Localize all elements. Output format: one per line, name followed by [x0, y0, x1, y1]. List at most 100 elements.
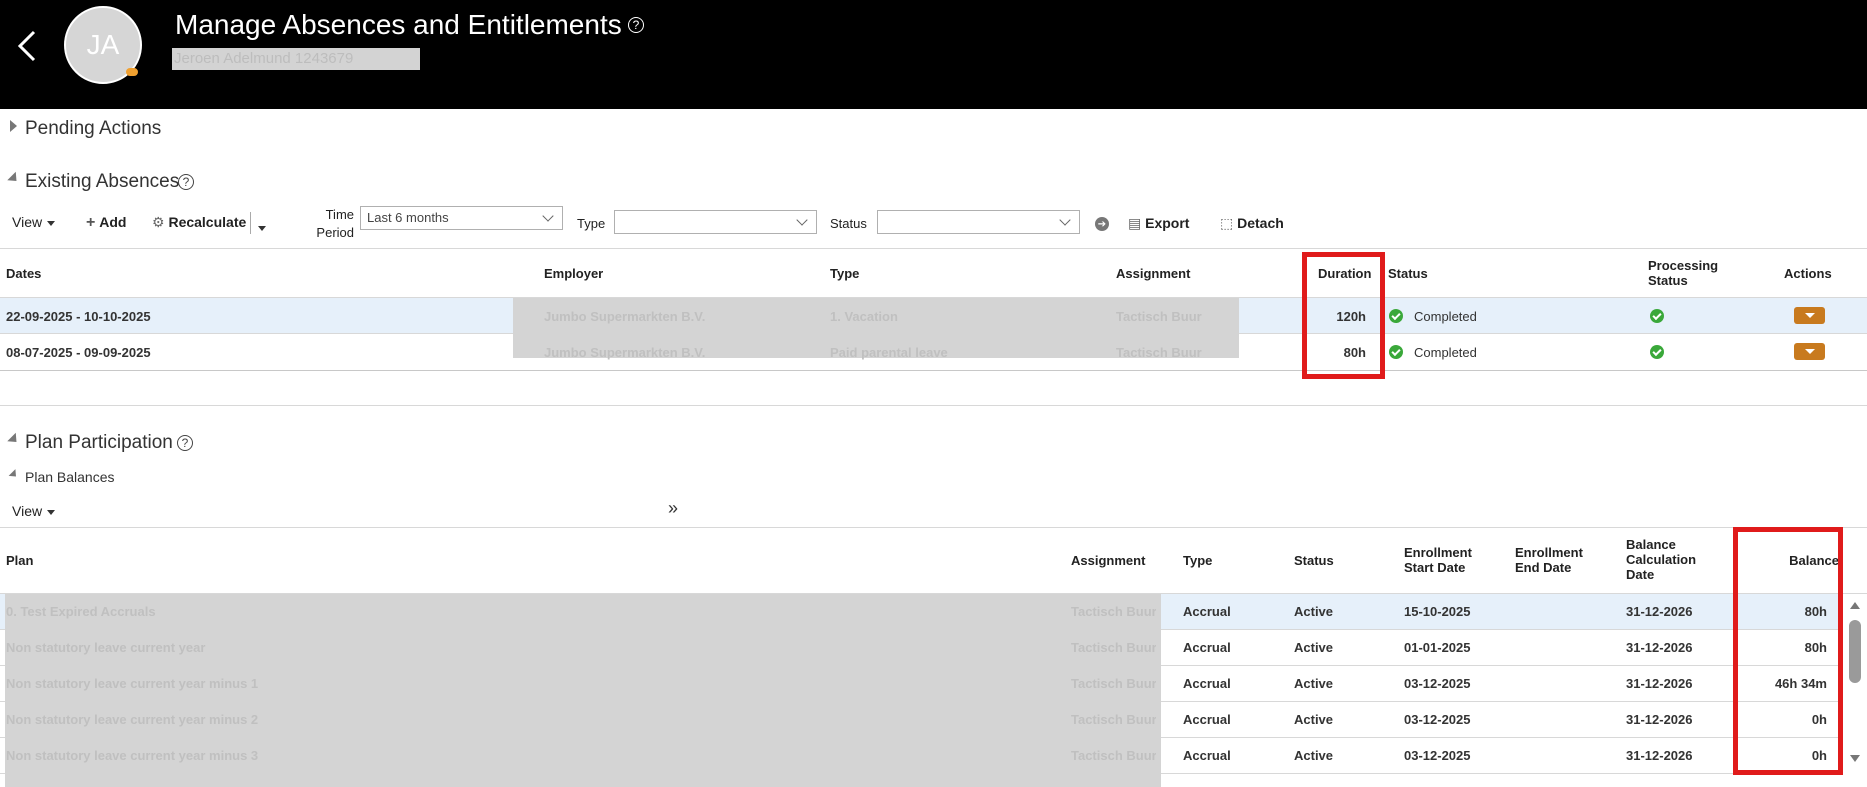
row-assignment: Tactisch Buur — [1071, 604, 1156, 619]
col-balance-calc-date[interactable]: Balance Calculation Date — [1626, 537, 1708, 582]
section-divider — [0, 405, 1867, 406]
row-plan[interactable]: Non statutory leave current year — [6, 640, 205, 655]
col-enrollment-start[interactable]: Enrollment Start Date — [1404, 545, 1486, 575]
col-dates[interactable]: Dates — [6, 266, 41, 281]
row-plan[interactable]: Non statutory leave current year minus 2 — [6, 712, 258, 727]
row-start-date: 01-01-2025 — [1404, 640, 1471, 655]
row-start-date: 15-10-2025 — [1404, 604, 1471, 619]
section-title-plans[interactable]: Plan Participation — [25, 432, 173, 454]
row-type: Accrual — [1183, 604, 1231, 619]
annotation-box-duration — [1302, 252, 1385, 379]
row-plan[interactable]: 0. Test Expired Accruals — [6, 604, 156, 619]
row-assignment: Tactisch Buur — [1071, 748, 1156, 763]
recalculate-button[interactable]: ⚙ Recalculate — [152, 214, 246, 231]
row-status: Active — [1294, 676, 1334, 691]
row-status: Active — [1294, 712, 1334, 727]
col-actions[interactable]: Actions — [1784, 266, 1832, 281]
add-button[interactable]: + Add — [86, 214, 126, 232]
table-border — [0, 370, 1867, 371]
actions-button[interactable] — [1794, 307, 1825, 324]
row-status: Active — [1294, 640, 1334, 655]
col-employer[interactable]: Employer — [544, 266, 603, 281]
col-assignment[interactable]: Assignment — [1116, 266, 1190, 281]
col-type[interactable]: Type — [1183, 553, 1212, 568]
row-employer: Jumbo Supermarkten B.V. — [544, 309, 706, 324]
row-dates[interactable]: 22-09-2025 - 10-10-2025 — [6, 309, 151, 324]
row-status: Active — [1294, 748, 1334, 763]
view-menu[interactable]: View — [12, 503, 56, 519]
section-title-pending[interactable]: Pending Actions — [25, 118, 161, 140]
row-assignment: Tactisch Buur — [1116, 309, 1202, 324]
row-calc-date: 31-12-2026 — [1626, 640, 1693, 655]
section-title-absences[interactable]: Existing Absences — [25, 171, 179, 193]
row-assignment: Tactisch Buur — [1071, 676, 1156, 691]
row-type: Accrual — [1183, 748, 1231, 763]
row-calc-date: 31-12-2026 — [1626, 712, 1693, 727]
row-employer: Jumbo Supermarkten B.V. — [544, 345, 706, 360]
col-status[interactable]: Status — [1294, 553, 1334, 568]
expand-icon[interactable] — [10, 120, 17, 132]
collapse-icon[interactable] — [7, 171, 21, 186]
table-border — [0, 248, 1867, 249]
caret-down-icon — [47, 220, 56, 226]
status-label: Status — [830, 216, 867, 231]
row-type: Accrual — [1183, 640, 1231, 655]
collapse-icon[interactable] — [7, 432, 21, 447]
row-type: 1. Vacation — [830, 309, 898, 324]
time-period-select[interactable]: Last 6 months — [360, 206, 563, 230]
row-type: Accrual — [1183, 712, 1231, 727]
row-assignment: Tactisch Buur — [1116, 345, 1202, 360]
caret-down-icon — [47, 509, 56, 515]
type-select[interactable] — [614, 210, 817, 234]
back-icon[interactable] — [12, 28, 42, 64]
col-enrollment-end[interactable]: Enrollment End Date — [1515, 545, 1597, 575]
export-button[interactable]: ▤ Export — [1128, 215, 1189, 232]
row-plan[interactable]: Non statutory leave current year minus 1 — [6, 676, 258, 691]
row-status: Completed — [1414, 345, 1477, 360]
row-assignment: Tactisch Buur — [1071, 640, 1156, 655]
row-type: Paid parental leave — [830, 345, 948, 360]
col-processing-status[interactable]: Processing Status — [1648, 258, 1738, 288]
annotation-box-balance — [1733, 527, 1843, 775]
help-icon[interactable]: ? — [178, 174, 194, 190]
scroll-down-icon[interactable] — [1850, 755, 1860, 762]
plus-icon: + — [86, 214, 96, 231]
help-icon[interactable]: ? — [628, 17, 644, 33]
help-icon[interactable]: ? — [177, 435, 193, 451]
recalculate-menu-caret[interactable] — [258, 220, 266, 238]
scroll-up-icon[interactable] — [1850, 602, 1860, 609]
row-type: Accrual — [1183, 676, 1231, 691]
col-type[interactable]: Type — [830, 266, 859, 281]
processed-check-icon — [1650, 309, 1664, 323]
type-label: Type — [577, 216, 606, 231]
col-plan[interactable]: Plan — [6, 553, 33, 568]
row-assignment: Tactisch Buur — [1071, 712, 1156, 727]
status-dot-icon — [126, 68, 138, 76]
completed-check-icon — [1389, 309, 1403, 323]
collapse-icon[interactable] — [8, 469, 20, 480]
view-menu[interactable]: View — [12, 214, 56, 230]
actions-button[interactable] — [1794, 343, 1825, 360]
row-start-date: 03-12-2025 — [1404, 676, 1471, 691]
double-chevron-icon[interactable]: » — [668, 498, 678, 519]
col-status[interactable]: Status — [1388, 266, 1428, 281]
row-start-date: 03-12-2025 — [1404, 748, 1471, 763]
go-icon[interactable]: ➔ — [1095, 217, 1109, 231]
subsection-title-plan-balances[interactable]: Plan Balances — [25, 469, 115, 485]
row-start-date: 03-12-2025 — [1404, 712, 1471, 727]
page-title: Manage Absences and Entitlements — [175, 9, 622, 40]
export-icon: ▤ — [1128, 215, 1142, 231]
row-calc-date: 31-12-2026 — [1626, 748, 1693, 763]
scrollbar-thumb[interactable] — [1849, 620, 1861, 683]
status-select[interactable] — [877, 210, 1080, 234]
detach-button[interactable]: ⬚ Detach — [1220, 215, 1284, 232]
table-border — [0, 527, 1867, 528]
col-assignment[interactable]: Assignment — [1071, 553, 1145, 568]
completed-check-icon — [1389, 345, 1403, 359]
detach-icon: ⬚ — [1220, 215, 1234, 231]
row-plan[interactable]: Non statutory leave current year minus 3 — [6, 748, 258, 763]
row-status: Completed — [1414, 309, 1477, 324]
caret-down-icon — [258, 226, 266, 232]
row-dates[interactable]: 08-07-2025 - 09-09-2025 — [6, 345, 151, 360]
row-calc-date: 31-12-2026 — [1626, 676, 1693, 691]
